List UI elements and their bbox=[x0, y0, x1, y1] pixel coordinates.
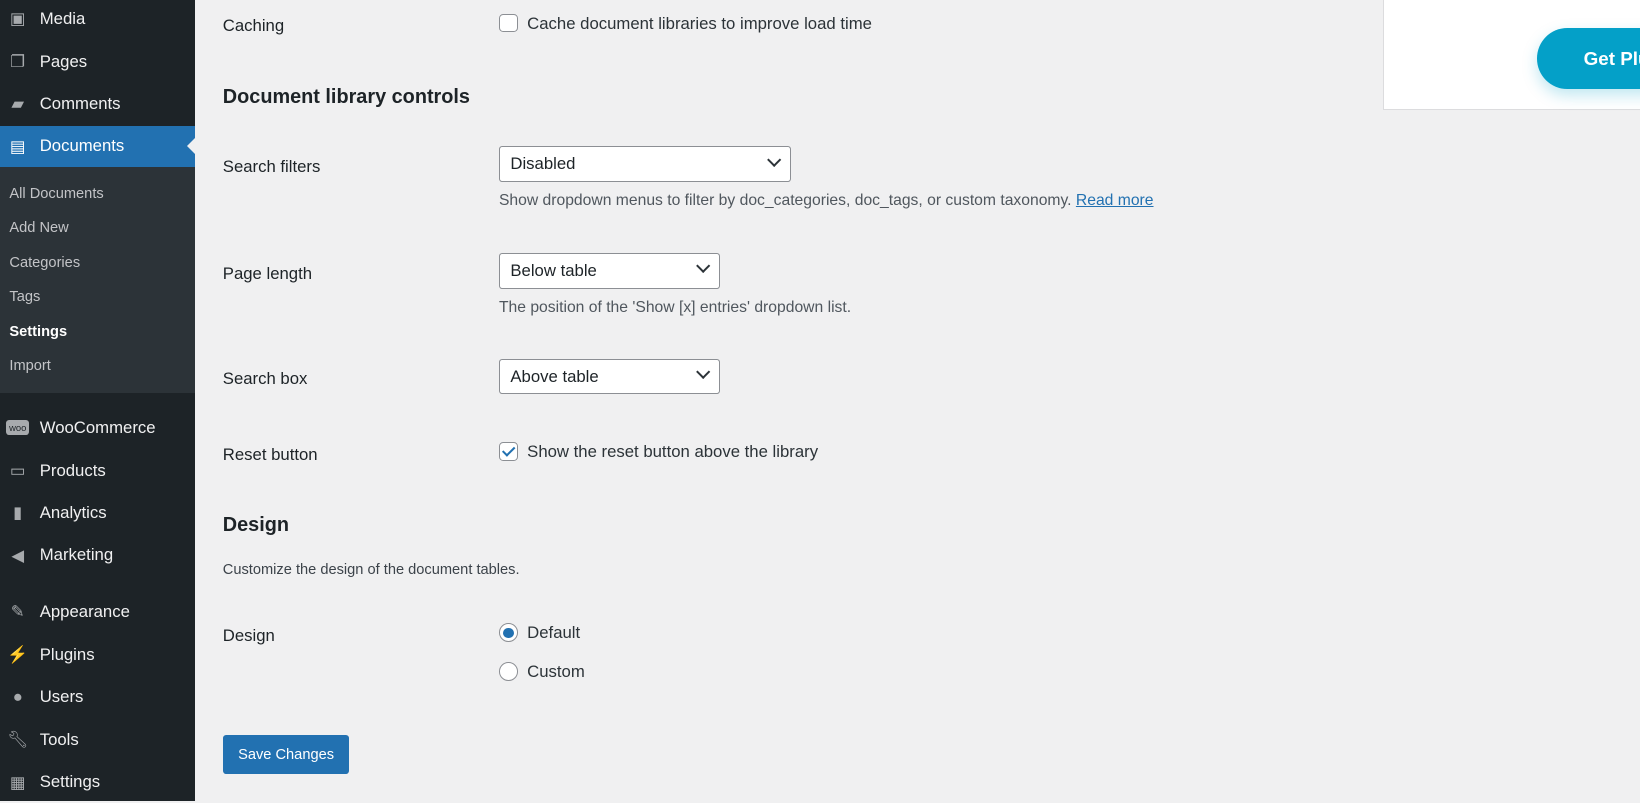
analytics-icon: ▮ bbox=[13, 503, 23, 523]
brush-icon: ✎ bbox=[10, 602, 25, 622]
menu-item-tools[interactable]: 🔧︎ Tools bbox=[0, 719, 195, 761]
menu-item-woocommerce[interactable]: woo WooCommerce bbox=[0, 407, 195, 449]
menu-label: Analytics bbox=[39, 502, 107, 522]
select-value: Below table bbox=[510, 260, 597, 280]
pages-icon: ❐ bbox=[10, 52, 26, 72]
comments-icon: ▰ bbox=[11, 94, 25, 114]
design-option-custom[interactable]: Custom bbox=[527, 662, 585, 682]
menu-label: Plugins bbox=[39, 644, 95, 664]
reset-button-label: Reset button bbox=[222, 444, 318, 464]
chevron-down-icon bbox=[695, 364, 711, 380]
menu-item-comments[interactable]: ▰ Comments bbox=[0, 83, 195, 125]
search-box-select[interactable]: Above table bbox=[498, 358, 720, 395]
menu-item-analytics[interactable]: ▮ Analytics bbox=[0, 492, 195, 534]
menu-item-media[interactable]: ▣ Media bbox=[0, 0, 195, 40]
checkmark-icon bbox=[501, 443, 516, 458]
page-length-description: The position of the 'Show [x] entries' d… bbox=[498, 299, 852, 317]
menu-label: Comments bbox=[39, 93, 121, 113]
select-value: Above table bbox=[510, 366, 599, 386]
woocommerce-icon: woo bbox=[6, 420, 30, 436]
document-icon: ▤ bbox=[9, 136, 26, 156]
menu-label: Media bbox=[39, 8, 86, 28]
page-length-label: Page length bbox=[222, 263, 313, 283]
menu-item-marketing[interactable]: ◀ Marketing bbox=[0, 535, 195, 577]
search-filters-select[interactable]: Disabled bbox=[498, 146, 791, 182]
megaphone-icon: ◀ bbox=[11, 545, 25, 565]
caching-label: Caching bbox=[222, 15, 285, 35]
submenu-all-documents[interactable]: All Documents bbox=[9, 186, 103, 202]
menu-item-pages[interactable]: ❐ Pages bbox=[0, 41, 195, 83]
description-text: Show dropdown menus to filter by doc_cat… bbox=[498, 192, 1072, 210]
media-icon: ▣ bbox=[9, 9, 26, 29]
design-option-default[interactable]: Default bbox=[527, 623, 580, 643]
get-plugin-button[interactable]: Get Plu bbox=[1536, 28, 1640, 89]
submenu-add-new[interactable]: Add New bbox=[9, 220, 68, 236]
search-box-label: Search box bbox=[222, 369, 308, 389]
reset-button-checkbox-label[interactable]: Show the reset button above the library bbox=[527, 442, 818, 462]
select-value: Disabled bbox=[510, 154, 576, 174]
menu-label: Pages bbox=[39, 51, 88, 71]
menu-item-settings[interactable]: ▦ Settings bbox=[0, 761, 195, 803]
settings-icon: ▦ bbox=[9, 772, 26, 792]
submenu-settings[interactable]: Settings bbox=[9, 324, 67, 340]
search-filters-label: Search filters bbox=[222, 156, 321, 176]
menu-label: Appearance bbox=[39, 601, 130, 621]
section-heading-controls: Document library controls bbox=[222, 85, 470, 108]
caching-checkbox-label[interactable]: Cache document libraries to improve load… bbox=[527, 14, 872, 34]
reset-button-checkbox[interactable] bbox=[498, 442, 518, 462]
design-label: Design bbox=[222, 625, 275, 645]
caching-checkbox[interactable] bbox=[498, 13, 518, 33]
menu-label: Documents bbox=[39, 136, 125, 156]
menu-item-plugins[interactable]: ⚡ Plugins bbox=[0, 634, 195, 676]
submenu-tags[interactable]: Tags bbox=[9, 289, 40, 305]
radio-dot-icon bbox=[503, 627, 514, 638]
submenu-import[interactable]: Import bbox=[9, 358, 50, 374]
products-icon: ▭ bbox=[9, 461, 26, 481]
section-heading-design: Design bbox=[222, 513, 290, 536]
menu-label: Marketing bbox=[39, 545, 114, 565]
design-radio-custom[interactable] bbox=[498, 662, 518, 681]
read-more-link[interactable]: Read more bbox=[1076, 192, 1154, 209]
chevron-down-icon bbox=[695, 259, 711, 274]
menu-item-appearance[interactable]: ✎ Appearance bbox=[0, 591, 195, 633]
documents-submenu: All Documents Add New Categories Tags Se… bbox=[0, 167, 195, 394]
design-description: Customize the design of the document tab… bbox=[222, 561, 520, 578]
menu-label: Settings bbox=[39, 772, 101, 792]
menu-item-products[interactable]: ▭ Products bbox=[0, 450, 195, 492]
menu-label: Tools bbox=[39, 729, 79, 749]
chevron-down-icon bbox=[766, 152, 782, 168]
wrench-icon: 🔧︎ bbox=[7, 729, 29, 749]
menu-item-documents[interactable]: ▤ Documents bbox=[0, 125, 195, 168]
admin-sidebar: ▣ Media ❐ Pages ▰ Comments ▤ Documents All D… bbox=[0, 0, 195, 803]
menu-label: Users bbox=[39, 686, 84, 706]
page-length-select[interactable]: Below table bbox=[498, 253, 720, 289]
menu-item-users[interactable]: ● Users bbox=[0, 676, 195, 718]
submenu-categories[interactable]: Categories bbox=[9, 255, 80, 271]
menu-label: WooCommerce bbox=[39, 417, 156, 437]
menu-label: Products bbox=[39, 460, 106, 480]
search-filters-description: Show dropdown menus to filter by doc_cat… bbox=[499, 192, 1154, 210]
plugin-icon: ⚡ bbox=[7, 644, 29, 664]
user-icon: ● bbox=[12, 686, 23, 706]
save-changes-button[interactable]: Save Changes bbox=[222, 735, 350, 775]
design-radio-default[interactable] bbox=[498, 623, 518, 643]
